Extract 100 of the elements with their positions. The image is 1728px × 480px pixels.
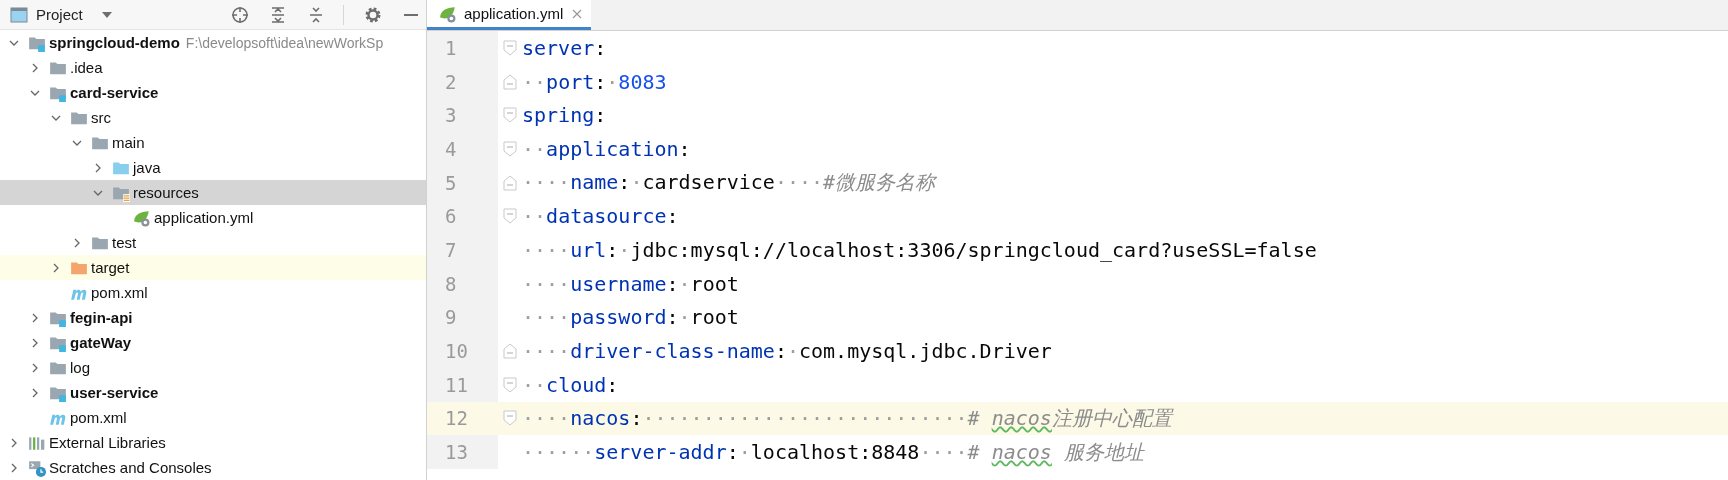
tree-row[interactable]: gateWay xyxy=(0,330,426,355)
yaml-key: cloud xyxy=(546,372,607,397)
string-value: com.mysql.jdbc.Driver xyxy=(798,339,1052,364)
fold-marker-icon[interactable] xyxy=(503,140,517,157)
colon: : xyxy=(594,103,607,128)
tree-row[interactable]: pom.xml xyxy=(0,405,426,430)
tree-item-label: test xyxy=(112,234,137,251)
fold-marker-icon[interactable] xyxy=(503,208,517,225)
colon: : xyxy=(606,372,619,397)
tree-row[interactable]: log xyxy=(0,355,426,380)
line-number: 8 xyxy=(427,266,498,301)
tree-row[interactable]: user-service xyxy=(0,380,426,405)
whitespace-dots: ·· xyxy=(522,204,547,229)
dropdown-caret-icon[interactable] xyxy=(100,10,113,19)
string-value: jdbc:mysql://localhost:3306/springcloud_card?useSSL=false xyxy=(630,237,1317,262)
line-number: 5 xyxy=(427,165,498,200)
tree-row[interactable]: java xyxy=(0,155,426,180)
fold-marker-icon[interactable] xyxy=(503,376,517,393)
colon: : xyxy=(774,339,787,364)
yaml-key: name xyxy=(570,170,619,195)
fold-marker-icon[interactable] xyxy=(503,39,517,56)
fold-marker-icon[interactable] xyxy=(503,73,517,90)
yaml-key: url xyxy=(570,237,607,262)
tree-row[interactable]: src xyxy=(0,105,426,130)
line-number: 7 xyxy=(427,233,498,267)
colon: : xyxy=(666,271,679,296)
code-comment: #微服务名称 xyxy=(823,170,936,195)
whitespace-dots: ···· xyxy=(774,170,824,195)
tree-row[interactable]: springcloud-demo F:\developsoft\idea\newWorkSp xyxy=(0,30,426,55)
settings-icon[interactable] xyxy=(364,5,382,24)
colon: : xyxy=(594,69,607,94)
string-value: cardservice xyxy=(642,170,775,195)
yaml-key: server xyxy=(522,35,595,60)
expand-all-icon[interactable] xyxy=(269,5,287,24)
fold-marker-icon[interactable] xyxy=(503,107,517,124)
colon: : xyxy=(630,405,643,430)
tree-row[interactable]: test xyxy=(0,230,426,255)
line-number: 13 xyxy=(427,435,498,469)
tree-row[interactable]: resources xyxy=(0,180,426,205)
tree-item-label: gateWay xyxy=(70,334,132,351)
tree-item-label: Scratches and Consoles xyxy=(49,459,212,476)
tree-row[interactable]: application.yml xyxy=(0,205,426,230)
whitespace-dots: ···· xyxy=(522,339,571,364)
yaml-key: server-addr xyxy=(594,439,727,464)
tree-item-label: user-service xyxy=(70,384,159,401)
line-number: 6 xyxy=(427,199,498,234)
tree-row[interactable]: pom.xml xyxy=(0,280,426,305)
colon: : xyxy=(594,35,607,60)
whitespace-dots: ···· xyxy=(522,237,571,262)
colon: : xyxy=(678,136,691,161)
tree-item-label: External Libraries xyxy=(49,434,166,451)
tree-item-label: .idea xyxy=(70,59,103,76)
tree-item-label: target xyxy=(91,259,130,276)
close-icon[interactable] xyxy=(571,7,584,20)
tree-item-label: card-service xyxy=(70,84,159,101)
tree-row[interactable]: fegin-api xyxy=(0,305,426,330)
fold-marker-icon[interactable] xyxy=(503,410,517,427)
tree-row[interactable]: main xyxy=(0,130,426,155)
whitespace-dots: · xyxy=(606,69,619,94)
colon: : xyxy=(726,439,739,464)
whitespace-dots: ·· xyxy=(522,372,547,397)
whitespace-dots: · xyxy=(618,237,631,262)
tree-row[interactable]: External Libraries xyxy=(0,430,426,455)
tree-item-label: src xyxy=(91,109,111,126)
collapse-all-icon[interactable] xyxy=(307,5,325,24)
fold-marker-icon[interactable] xyxy=(503,174,517,191)
line-number: 1 xyxy=(427,31,498,65)
string-value: root xyxy=(690,271,739,296)
yaml-key: password xyxy=(570,305,667,330)
colon: : xyxy=(618,170,631,195)
leaf-gear-icon xyxy=(439,4,457,23)
path-hint: F:\developsoft\idea\newWorkSp xyxy=(185,34,384,51)
whitespace-dots: ···· xyxy=(522,271,571,296)
panel-title: Project xyxy=(36,6,83,23)
whitespace-dots: ··························· xyxy=(642,405,968,430)
tree-item-label: log xyxy=(70,359,91,376)
colon: : xyxy=(666,305,679,330)
tree-row[interactable]: target xyxy=(0,255,426,280)
tree-row[interactable]: .idea xyxy=(0,55,426,80)
whitespace-dots: ······ xyxy=(522,439,595,464)
whitespace-dots: ···· xyxy=(522,405,571,430)
window-icon xyxy=(10,6,28,23)
tree-item-label: resources xyxy=(133,184,199,201)
crosshair-icon[interactable] xyxy=(231,5,249,24)
fold-marker-icon[interactable] xyxy=(503,343,517,360)
yaml-key: driver-class-name xyxy=(570,339,775,364)
line-number: 9 xyxy=(427,300,498,335)
tree-item-label: pom.xml xyxy=(70,409,127,426)
line-number: 10 xyxy=(427,334,498,368)
yaml-key: application xyxy=(546,136,679,161)
yaml-key: spring xyxy=(522,103,595,128)
tree-row[interactable]: Scratches and Consoles xyxy=(0,455,426,480)
whitespace-dots: · xyxy=(738,439,751,464)
tree-row[interactable]: card-service xyxy=(0,80,426,105)
string-value: root xyxy=(690,305,739,330)
tree-item-label: fegin-api xyxy=(70,309,133,326)
tree-item-label: application.yml xyxy=(154,209,254,226)
colon: : xyxy=(666,204,679,229)
whitespace-dots: ···· xyxy=(919,439,968,464)
editor-tab[interactable]: application.yml xyxy=(427,0,592,30)
